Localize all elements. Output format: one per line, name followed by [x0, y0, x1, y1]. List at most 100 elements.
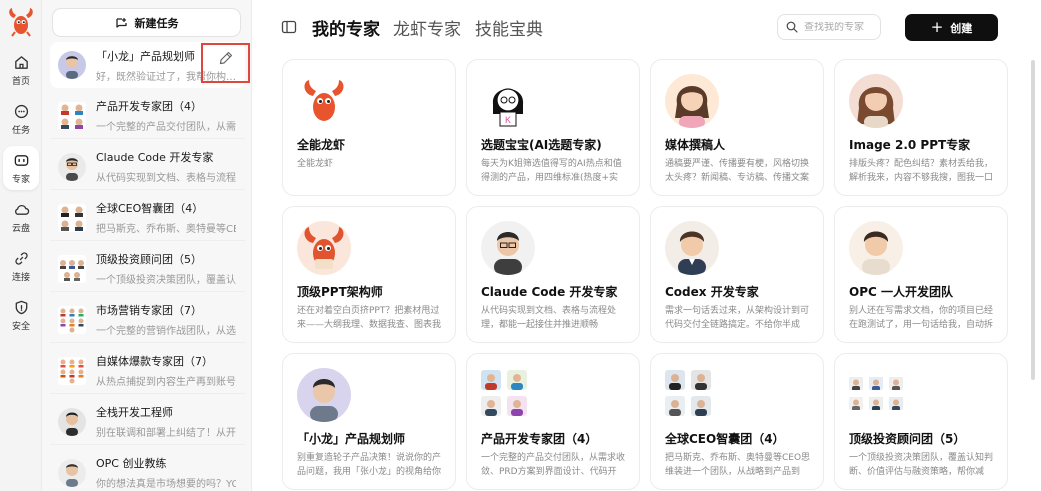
- avatar: [849, 221, 903, 275]
- rail-label: 任务: [11, 125, 30, 136]
- group-avatar: [58, 254, 86, 283]
- list-item-title: 市场营销专家团（7）: [96, 304, 202, 317]
- lobster-avatar: [297, 74, 351, 128]
- card-name: 产品开发专家团（4）: [481, 432, 598, 446]
- expert-card[interactable]: 媒体撰稿人 通稿要严谨、传播要有梗，风格切换太头疼？新闻稿、专访稿、传播文案统…: [650, 59, 824, 196]
- rail-label: 专家: [11, 174, 30, 185]
- pencil-icon[interactable]: [218, 50, 234, 66]
- list-item[interactable]: OPC 创业教练 你的想法真是市场想要的吗？YC …: [50, 450, 245, 491]
- search-box[interactable]: [777, 14, 881, 40]
- card-name: 顶级投资顾问团（5）: [849, 432, 966, 446]
- card-desc: 一个顶级投资决策团队，覆盖认知判断、价值评估与融资策略，帮你减少…: [849, 453, 994, 477]
- group-avatar: [58, 305, 86, 334]
- cloud-icon: [14, 204, 29, 215]
- avatar: [849, 74, 903, 128]
- search-icon: [786, 21, 798, 33]
- list-item-subtitle: 一个完整的产品交付团队，从需…: [96, 122, 236, 133]
- card-desc: 从代码实现到文档、表格与流程处理，都能一起接住并推进顺畅: [481, 306, 617, 330]
- scrollbar[interactable]: [1031, 60, 1035, 380]
- card-desc: 需求一句话丢过来，从架构设计到可代码交付全链路搞定。不给你半成品、不…: [665, 306, 810, 330]
- new-task-button[interactable]: 新建任务: [52, 8, 241, 37]
- list-item[interactable]: 产品开发专家团（4） 一个完整的产品交付团队，从需…: [50, 93, 245, 139]
- card-name: Image 2.0 PPT专家: [849, 138, 971, 152]
- list-item-subtitle: 你的想法真是市场想要的吗？YC …: [96, 479, 236, 490]
- lobster-logo-icon[interactable]: [5, 6, 37, 38]
- list-item-subtitle: 一个完整的营销作战团队，从选…: [96, 326, 236, 337]
- list-item-title: Claude Code 开发专家: [96, 151, 214, 164]
- expert-card[interactable]: 「小龙」产品规划师 别重复造轮子产品决策！说说你的产品问题，我用「张小龙」的视角…: [282, 353, 456, 490]
- avatar: [58, 152, 86, 181]
- left-rail: 首页 任务 专家 云盘 连接 安全: [0, 0, 42, 491]
- avatar: K: [481, 74, 535, 128]
- card-desc: 每天为K姐筛选值得写的AI热点和值得测的产品，用四维标准(热度+实用+…: [481, 159, 622, 183]
- rail-item-home[interactable]: 首页: [3, 48, 39, 92]
- list-item-subtitle: 从热点捕捉到内容生产再到账号…: [96, 377, 236, 388]
- list-item-title: OPC 创业教练: [96, 457, 167, 470]
- avatar: [297, 368, 351, 422]
- group-avatar: [481, 370, 531, 418]
- list-item-title: 自媒体爆款专家团（7）: [96, 355, 213, 368]
- create-button[interactable]: + 创建: [905, 14, 998, 41]
- tab-lobster-experts[interactable]: 龙虾专家: [393, 15, 461, 40]
- card-name: 全球CEO智囊团（4）: [665, 432, 785, 446]
- list-item[interactable]: 顶级投资顾问团（5） 一个顶级投资决策团队，覆盖认…: [50, 246, 245, 292]
- home-icon: [14, 55, 28, 69]
- list-item-subtitle: 一个顶级投资决策团队，覆盖认…: [96, 275, 236, 286]
- expert-card[interactable]: Claude Code 开发专家 从代码实现到文档、表格与流程处理，都能一起接住…: [466, 206, 640, 343]
- card-desc: 别人还在写需求文档，你的项目已经在跑测试了，用一句话给我，自动拆需…: [849, 306, 994, 330]
- expert-card[interactable]: 全球CEO智囊团（4） 把马斯克、乔布斯、奥特曼等CEO思维装进一个团队，从战略…: [650, 353, 824, 490]
- list-item[interactable]: 全球CEO智囊团（4） 把马斯克、乔布斯、奥特曼等CE…: [50, 195, 245, 241]
- svg-text:K: K: [505, 115, 511, 125]
- tab-my-experts[interactable]: 我的专家: [312, 15, 380, 40]
- card-name: 媒体撰稿人: [665, 138, 726, 152]
- list-item-subtitle: 从代码实现到文档、表格与流程…: [96, 173, 236, 184]
- card-name: Claude Code 开发专家: [481, 285, 618, 299]
- rail-label: 安全: [11, 321, 30, 332]
- group-avatar: [58, 101, 86, 130]
- avatar: [665, 74, 719, 128]
- new-chat-icon: [115, 17, 127, 28]
- card-name: 全能龙虾: [297, 138, 346, 152]
- tab-skill-book[interactable]: 技能宝典: [475, 15, 543, 40]
- list-item[interactable]: 全栈开发工程师 别在联调和部署上纠结了！从开…: [50, 399, 245, 445]
- list-item-title: 产品开发专家团（4）: [96, 100, 202, 113]
- avatar: [58, 51, 86, 79]
- rail-item-experts[interactable]: 专家: [3, 146, 39, 190]
- list-item-title: 全栈开发工程师: [96, 406, 173, 419]
- expert-card[interactable]: 全能龙虾 全能龙虾: [282, 59, 456, 196]
- list-item[interactable]: 市场营销专家团（7） 一个完整的营销作战团队，从选…: [50, 297, 245, 343]
- rail-item-security[interactable]: 安全: [3, 293, 39, 337]
- expert-card[interactable]: 顶级PPT架构师 还在对着空白页挤PPT？把素材甩过来——大纲我理、数据我查、图…: [282, 206, 456, 343]
- search-input[interactable]: [804, 21, 880, 33]
- chat-icon: [14, 104, 28, 118]
- card-name: 选题宝宝(AI选题专家): [481, 138, 602, 152]
- card-desc: 一个完整的产品交付团队，从需求收敛、PRD方案到界面设计、代码开发…: [481, 453, 626, 477]
- sidebar-toggle-icon[interactable]: [281, 19, 297, 35]
- card-desc: 排版头疼？配色纠结？素材丢给我，解析我来，内容不够我搜，图我一口气…: [849, 159, 994, 183]
- list-item-title: 顶级投资顾问团（5）: [96, 253, 202, 266]
- expert-card[interactable]: K 选题宝宝(AI选题专家) 每天为K姐筛选值得写的AI热点和值得测的产品，用四…: [466, 59, 640, 196]
- card-desc: 全能龙虾: [297, 159, 334, 169]
- expert-card[interactable]: 顶级投资顾问团（5） 一个顶级投资决策团队，覆盖认知判断、价值评估与融资策略，帮…: [834, 353, 1008, 490]
- group-avatar: [665, 370, 715, 418]
- avatar: [665, 221, 719, 275]
- rail-item-cloud[interactable]: 云盘: [3, 195, 39, 239]
- list-item[interactable]: Claude Code 开发专家 从代码实现到文档、表格与流程…: [50, 144, 245, 190]
- rail-item-tasks[interactable]: 任务: [3, 97, 39, 141]
- avatar: [58, 407, 86, 436]
- card-name: 「小龙」产品规划师: [297, 432, 406, 446]
- expert-card[interactable]: OPC 一人开发团队 别人还在写需求文档，你的项目已经在跑测试了，用一句话给我，…: [834, 206, 1008, 343]
- plus-icon: +: [930, 18, 944, 36]
- list-item[interactable]: 自媒体爆款专家团（7） 从热点捕捉到内容生产再到账号…: [50, 348, 245, 394]
- expert-card[interactable]: Codex 开发专家 需求一句话丢过来，从架构设计到可代码交付全链路搞定。不给你…: [650, 206, 824, 343]
- expert-card[interactable]: Image 2.0 PPT专家 排版头疼？配色纠结？素材丢给我，解析我来，内容不…: [834, 59, 1008, 196]
- group-avatar: [58, 203, 86, 232]
- list-item-subtitle: 把马斯克、乔布斯、奥特曼等CE…: [96, 224, 236, 235]
- group-avatar: [849, 376, 905, 412]
- card-desc: 通稿要严谨、传播要有梗，风格切换太头疼？新闻稿、专访稿、传播文案统…: [665, 159, 810, 183]
- rail-label: 连接: [11, 272, 30, 283]
- expert-card[interactable]: 产品开发专家团（4） 一个完整的产品交付团队，从需求收敛、PRD方案到界面设计、…: [466, 353, 640, 490]
- rail-item-connect[interactable]: 连接: [3, 244, 39, 288]
- shield-icon: [15, 300, 27, 314]
- link-icon: [14, 251, 28, 265]
